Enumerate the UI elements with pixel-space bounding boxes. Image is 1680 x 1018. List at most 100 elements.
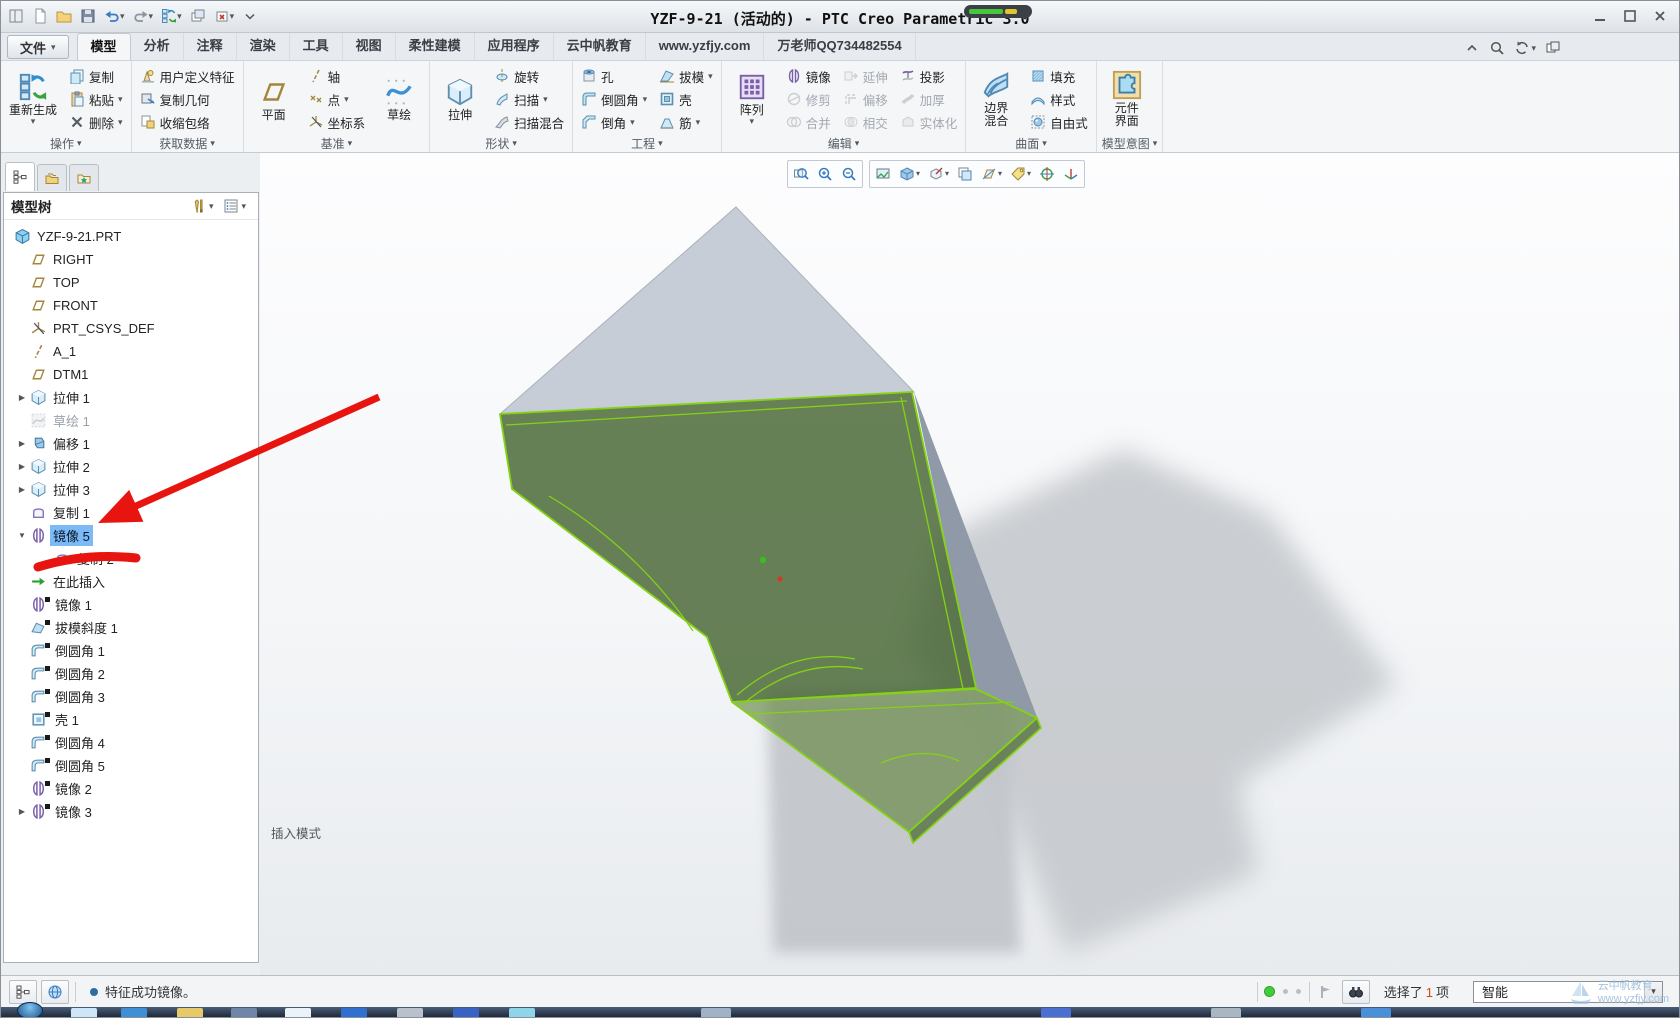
taskbar-app[interactable] (341, 1008, 367, 1018)
navigator-tab-tree-tab[interactable] (5, 162, 35, 191)
ribbon-button[interactable]: 草绘 (374, 75, 424, 124)
ribbon-group-label[interactable]: 获取数据▾ (137, 135, 238, 152)
expand-toggle-icon[interactable]: ▶ (14, 439, 30, 448)
tab-7[interactable]: 应用程序 (475, 33, 554, 60)
collapse-ribbon-button[interactable] (1464, 38, 1480, 58)
dragger-button[interactable] (1059, 162, 1083, 186)
ribbon-button[interactable]: 延伸 (840, 65, 891, 88)
regeneration-status-icon[interactable] (1264, 986, 1275, 997)
ribbon-button[interactable]: 元件界面 (1102, 68, 1152, 130)
taskbar-app[interactable] (1041, 1008, 1071, 1018)
zoom-in-button[interactable] (813, 162, 837, 186)
tree-item[interactable]: 倒圆角 4 (4, 731, 258, 754)
ribbon-button[interactable]: 轴 (305, 65, 369, 88)
tab-5[interactable]: 视图 (343, 33, 396, 60)
ribbon-button[interactable]: 坐标系 (305, 111, 369, 134)
ribbon-button[interactable]: 点▾ (305, 88, 369, 111)
tab-2[interactable]: 注释 (184, 33, 237, 60)
taskbar-app[interactable] (509, 1008, 535, 1018)
ribbon-button[interactable]: 偏移 (840, 88, 891, 111)
taskbar-app[interactable] (121, 1008, 147, 1018)
tree-item[interactable]: 拔模斜度 1 (4, 616, 258, 639)
expand-toggle-icon[interactable]: ▶ (14, 807, 30, 816)
ribbon-group-label[interactable]: 曲面▾ (971, 135, 1091, 152)
ribbon-button[interactable]: 相交 (840, 111, 891, 134)
tab-8[interactable]: 云中帆教育 (554, 33, 646, 60)
browser-button[interactable] (41, 980, 69, 1004)
3d-model-viewport[interactable] (260, 153, 1680, 975)
tree-toggle-button[interactable] (9, 980, 37, 1004)
tree-item[interactable]: ▶镜像 3 (4, 800, 258, 823)
ribbon-button[interactable]: 删除▾ (66, 111, 126, 134)
view-manager-button[interactable] (953, 162, 977, 186)
ribbon-group-label[interactable]: 基准▾ (249, 135, 425, 152)
close-button[interactable] (1649, 7, 1671, 25)
tree-item[interactable]: 复制 2 (4, 547, 258, 570)
ribbon-button[interactable]: 拉伸 (435, 75, 485, 124)
tree-item[interactable]: DTM1 (4, 363, 258, 386)
tab-0[interactable]: 模型 (77, 33, 131, 60)
taskbar-app[interactable] (397, 1008, 423, 1018)
ribbon-button[interactable]: 粘贴▾ (66, 88, 126, 111)
tree-item[interactable]: ▼镜像 5 (4, 524, 258, 547)
ribbon-group-label[interactable]: 操作▾ (6, 135, 126, 152)
tree-item[interactable]: ▶拉伸 1 (4, 386, 258, 409)
tree-item[interactable]: 草绘 1 (4, 409, 258, 432)
maximize-button[interactable] (1619, 7, 1641, 25)
ribbon-group-label[interactable]: 形状▾ (435, 135, 567, 152)
ribbon-button[interactable]: 平面 (249, 75, 299, 124)
tree-item[interactable]: ▶拉伸 3 (4, 478, 258, 501)
minimize-button[interactable] (1589, 7, 1611, 25)
graphics-area[interactable]: ▾▾▾▾ 插入模式 (260, 153, 1680, 975)
tree-item[interactable]: 倒圆角 3 (4, 685, 258, 708)
ribbon-button[interactable]: 修剪 (783, 88, 834, 111)
ribbon-button[interactable]: 复制几何 (137, 88, 238, 111)
refit-button[interactable] (789, 162, 813, 186)
tree-item[interactable]: 复制 1 (4, 501, 258, 524)
flag-icon[interactable] (1318, 984, 1334, 1000)
taskbar-app[interactable] (1361, 1008, 1391, 1018)
expand-toggle-icon[interactable]: ▶ (14, 393, 30, 402)
ribbon-button[interactable]: 孔 (578, 65, 650, 88)
ribbon-button[interactable]: 实体化 (897, 111, 961, 134)
taskbar-app[interactable] (453, 1008, 479, 1018)
ribbon-button[interactable]: 用户定义特征 (137, 65, 238, 88)
tree-settings-button[interactable]: ▾ (218, 198, 251, 214)
taskbar-app[interactable] (285, 1008, 311, 1018)
tree-item[interactable]: 倒圆角 2 (4, 662, 258, 685)
ribbon-group-label[interactable]: 工程▾ (578, 135, 716, 152)
navigator-tab-favorites-tab[interactable] (69, 164, 99, 191)
datum-display-button[interactable]: ▾ (977, 162, 1006, 186)
ribbon-group-label[interactable]: 编辑▾ (727, 135, 961, 152)
ribbon-button[interactable]: 收缩包络 (137, 111, 238, 134)
expand-toggle-icon[interactable]: ▶ (14, 485, 30, 494)
zoom-out-button[interactable] (837, 162, 861, 186)
sync-button[interactable]: ▾ (1514, 38, 1536, 58)
tree-item[interactable]: 倒圆角 1 (4, 639, 258, 662)
taskbar-app[interactable] (231, 1008, 257, 1018)
tab-6[interactable]: 柔性建模 (396, 33, 475, 60)
tree-item[interactable]: 镜像 1 (4, 593, 258, 616)
taskbar-app[interactable] (71, 1008, 97, 1018)
ribbon-button[interactable]: 筋▾ (656, 111, 716, 134)
tree-item[interactable]: YZF-9-21.PRT (4, 225, 258, 248)
ribbon-button[interactable]: 复制 (66, 65, 126, 88)
search-button[interactable] (1489, 38, 1505, 58)
ribbon-button[interactable]: 倒角▾ (578, 111, 650, 134)
display-style-button[interactable]: ▾ (895, 162, 924, 186)
expand-toggle-icon[interactable]: ▼ (14, 531, 30, 540)
file-menu-button[interactable]: 文件 ▾ (7, 35, 69, 59)
ribbon-button[interactable]: 加厚 (897, 88, 961, 111)
ribbon-button[interactable]: 自由式 (1027, 111, 1091, 134)
ribbon-button[interactable]: 倒圆角▾ (578, 88, 650, 111)
ribbon-button[interactable]: 合并 (783, 111, 834, 134)
tab-10[interactable]: 万老师QQ734482554 (764, 33, 915, 60)
tree-item[interactable]: ▶偏移 1 (4, 432, 258, 455)
tab-4[interactable]: 工具 (290, 33, 343, 60)
tab-9[interactable]: www.yzfjy.com (646, 33, 765, 60)
ribbon-button[interactable]: 边界混合 (971, 68, 1021, 130)
tree-item[interactable]: TOP (4, 271, 258, 294)
tree-item[interactable]: A_1 (4, 340, 258, 363)
os-taskbar[interactable] (1, 1007, 1679, 1018)
ribbon-button[interactable]: 扫描▾ (491, 88, 567, 111)
